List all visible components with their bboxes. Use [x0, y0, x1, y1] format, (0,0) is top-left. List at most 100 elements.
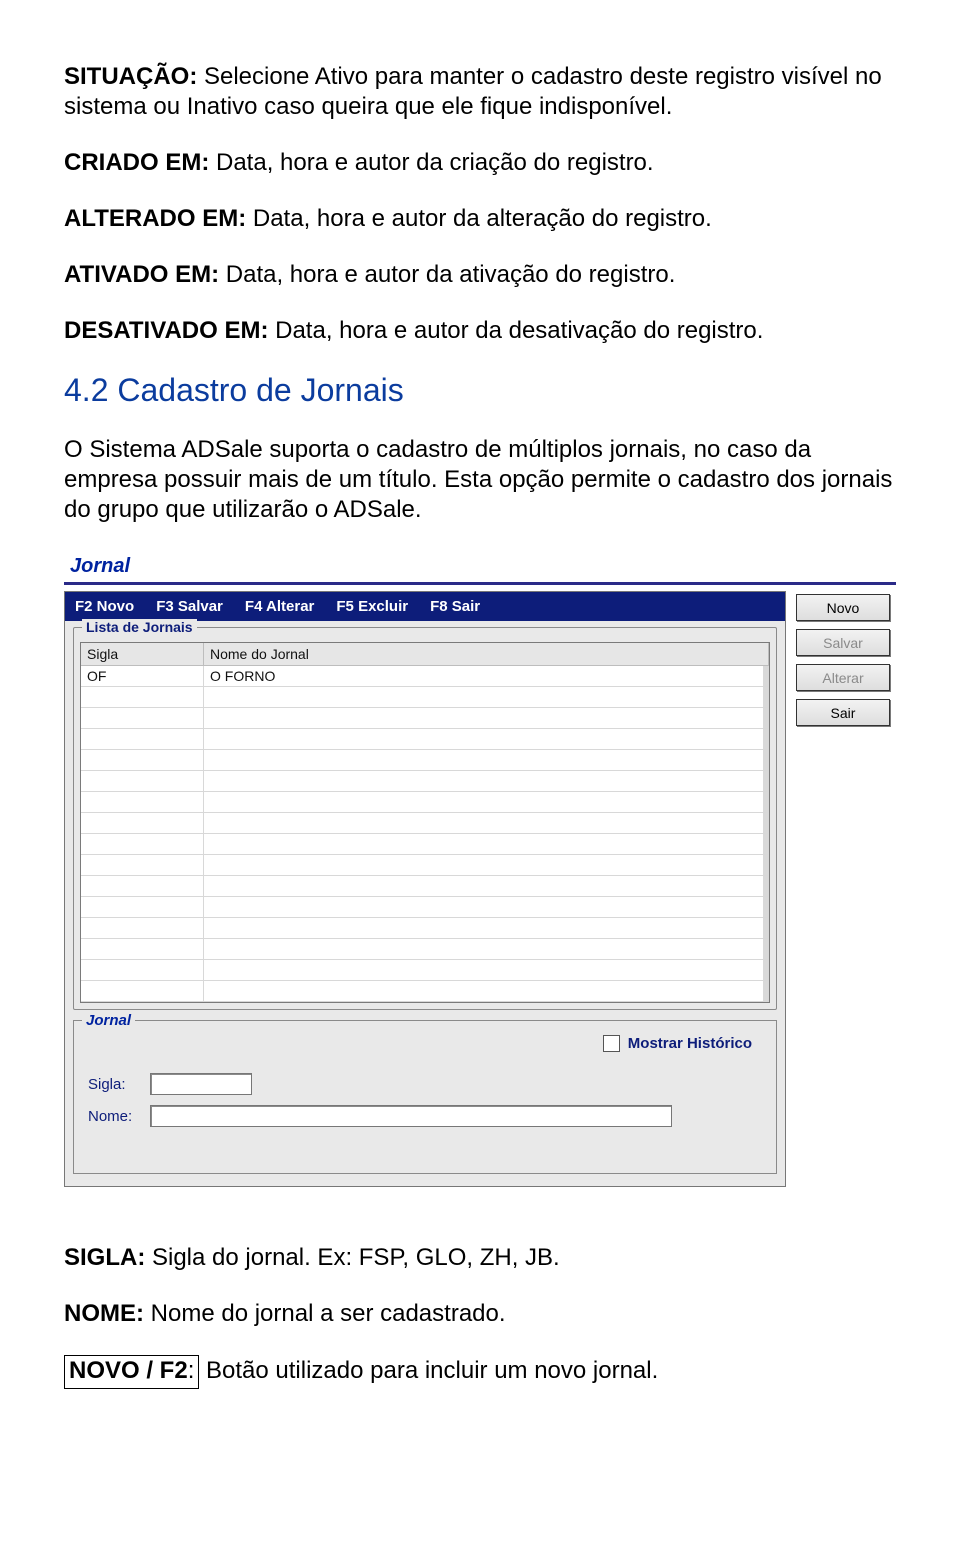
- sigla-field-row: Sigla:: [88, 1073, 762, 1095]
- sigla-desc-label: SIGLA:: [64, 1244, 145, 1271]
- side-buttons: Novo Salvar Alterar Sair: [796, 591, 890, 726]
- grid-empty-row[interactable]: [81, 834, 769, 855]
- empty-cell: [81, 960, 204, 981]
- section-heading: 4.2 Cadastro de Jornais: [64, 372, 896, 409]
- empty-cell: [81, 687, 204, 708]
- grid-empty-row[interactable]: [81, 939, 769, 960]
- novo-desc-text: Botão utilizado para incluir um novo jor…: [199, 1357, 658, 1384]
- ativado-label: ATIVADO EM:: [64, 261, 219, 288]
- grid-empty-row[interactable]: [81, 750, 769, 771]
- situacao-label: SITUAÇÃO:: [64, 63, 197, 90]
- nome-desc-text: Nome do jornal a ser cadastrado.: [144, 1300, 506, 1327]
- empty-cell: [81, 771, 204, 792]
- empty-cell: [81, 792, 204, 813]
- novo-desc: NOVO / F2: Botão utilizado para incluir …: [64, 1355, 896, 1389]
- desativado-label: DESATIVADO EM:: [64, 317, 268, 344]
- empty-cell: [81, 981, 204, 1002]
- empty-cell: [81, 897, 204, 918]
- empty-cell: [204, 855, 769, 876]
- menu-f2-novo[interactable]: F2 Novo: [75, 598, 134, 615]
- empty-cell: [204, 981, 769, 1002]
- nome-label: Nome:: [88, 1108, 140, 1125]
- grid-empty-row[interactable]: [81, 918, 769, 939]
- criado-label: CRIADO EM:: [64, 149, 209, 176]
- criado-paragraph: CRIADO EM: Data, hora e autor da criação…: [64, 148, 896, 178]
- main-panel: F2 Novo F3 Salvar F4 Alterar F5 Excluir …: [64, 591, 786, 1187]
- empty-cell: [204, 771, 769, 792]
- nome-field-row: Nome:: [88, 1105, 762, 1127]
- desativado-text: Data, hora e autor da desativação do reg…: [268, 317, 763, 344]
- form-legend: Jornal: [82, 1012, 135, 1029]
- empty-cell: [81, 876, 204, 897]
- nome-desc: NOME: Nome do jornal a ser cadastrado.: [64, 1299, 896, 1329]
- menu-f3-salvar[interactable]: F3 Salvar: [156, 598, 223, 615]
- empty-cell: [204, 960, 769, 981]
- novo-desc-label: NOVO / F2: [69, 1357, 188, 1384]
- form-group: Jornal Mostrar Histórico Sigla: Nome:: [73, 1020, 777, 1174]
- menu-f4-alterar[interactable]: F4 Alterar: [245, 598, 314, 615]
- empty-cell: [81, 750, 204, 771]
- grid-empty-row[interactable]: [81, 708, 769, 729]
- sigla-input[interactable]: [150, 1073, 252, 1095]
- grid-data-row[interactable]: OF O FORNO: [81, 666, 769, 687]
- grid-empty-row[interactable]: [81, 792, 769, 813]
- nome-desc-label: NOME:: [64, 1300, 144, 1327]
- empty-cell: [81, 708, 204, 729]
- alterado-label: ALTERADO EM:: [64, 205, 246, 232]
- empty-cell: [81, 918, 204, 939]
- section-description: O Sistema ADSale suporta o cadastro de m…: [64, 435, 896, 525]
- window-title: Jornal: [64, 551, 896, 580]
- empty-cell: [204, 792, 769, 813]
- empty-cell: [204, 729, 769, 750]
- salvar-button[interactable]: Salvar: [796, 629, 890, 656]
- sigla-desc-text: Sigla do jornal. Ex: FSP, GLO, ZH, JB.: [145, 1244, 559, 1271]
- sair-button[interactable]: Sair: [796, 699, 890, 726]
- situacao-paragraph: SITUAÇÃO: Selecione Ativo para manter o …: [64, 62, 896, 122]
- empty-cell: [81, 855, 204, 876]
- grid-empty-row[interactable]: [81, 729, 769, 750]
- jornais-grid[interactable]: Sigla Nome do Jornal OF O FORNO: [80, 642, 770, 1003]
- empty-cell: [204, 834, 769, 855]
- col-sigla[interactable]: Sigla: [81, 643, 204, 666]
- menu-f5-excluir[interactable]: F5 Excluir: [336, 598, 408, 615]
- novo-desc-box: NOVO / F2:: [64, 1355, 199, 1389]
- ativado-text: Data, hora e autor da ativação do regist…: [219, 261, 675, 288]
- empty-cell: [204, 939, 769, 960]
- sigla-label: Sigla:: [88, 1076, 140, 1093]
- ativado-paragraph: ATIVADO EM: Data, hora e autor da ativaç…: [64, 260, 896, 290]
- list-group: Lista de Jornais Sigla Nome do Jornal OF…: [73, 627, 777, 1010]
- novo-desc-suffix: :: [188, 1357, 195, 1384]
- empty-cell: [204, 918, 769, 939]
- nome-input[interactable]: [150, 1105, 672, 1127]
- grid-empty-row[interactable]: [81, 771, 769, 792]
- grid-empty-row[interactable]: [81, 855, 769, 876]
- grid-empty-row[interactable]: [81, 960, 769, 981]
- cell-sigla: OF: [81, 666, 204, 687]
- grid-header-row: Sigla Nome do Jornal: [81, 643, 769, 666]
- jornal-screenshot: Jornal F2 Novo F3 Salvar F4 Alterar F5 E…: [64, 551, 896, 1187]
- list-legend: Lista de Jornais: [82, 619, 197, 635]
- empty-cell: [204, 813, 769, 834]
- show-history-label: Mostrar Histórico: [628, 1035, 752, 1052]
- show-history-checkbox[interactable]: [603, 1035, 620, 1052]
- empty-cell: [81, 729, 204, 750]
- grid-empty-row[interactable]: [81, 687, 769, 708]
- empty-cell: [204, 708, 769, 729]
- empty-cell: [204, 750, 769, 771]
- menu-f8-sair[interactable]: F8 Sair: [430, 598, 480, 615]
- cell-nome: O FORNO: [204, 666, 769, 687]
- menubar: F2 Novo F3 Salvar F4 Alterar F5 Excluir …: [65, 592, 785, 621]
- criado-text: Data, hora e autor da criação do registr…: [209, 149, 653, 176]
- grid-empty-row[interactable]: [81, 813, 769, 834]
- title-separator: [64, 582, 896, 585]
- empty-cell: [204, 897, 769, 918]
- col-nome[interactable]: Nome do Jornal: [204, 643, 769, 666]
- empty-cell: [204, 687, 769, 708]
- grid-empty-row[interactable]: [81, 981, 769, 1002]
- grid-empty-row[interactable]: [81, 897, 769, 918]
- alterado-text: Data, hora e autor da alteração do regis…: [246, 205, 712, 232]
- show-history-row[interactable]: Mostrar Histórico: [603, 1035, 752, 1052]
- grid-empty-row[interactable]: [81, 876, 769, 897]
- novo-button[interactable]: Novo: [796, 594, 890, 621]
- alterar-button[interactable]: Alterar: [796, 664, 890, 691]
